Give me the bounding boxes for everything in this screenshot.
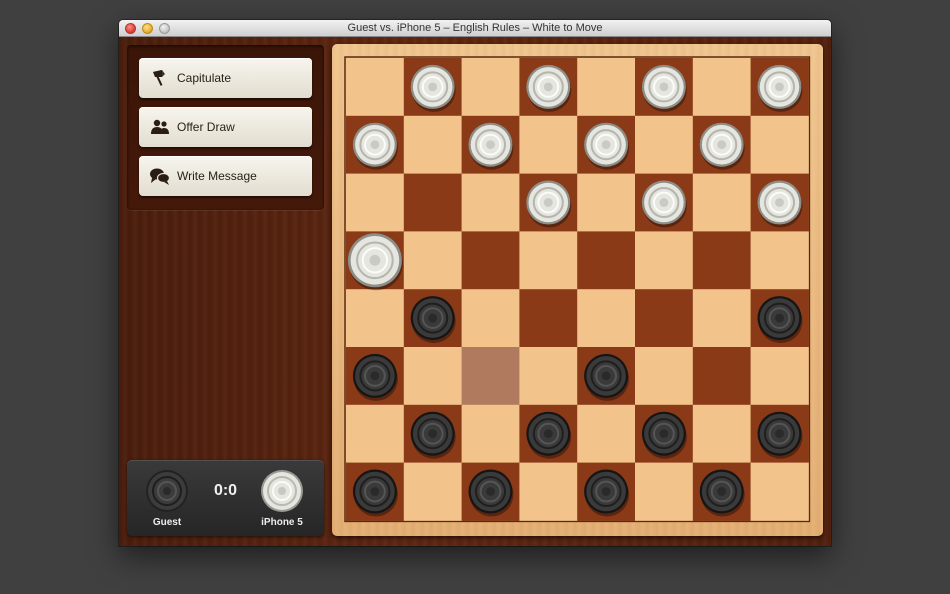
board-square[interactable] (519, 347, 578, 406)
app-window: Guest vs. iPhone 5 – English Rules – Whi… (119, 20, 831, 546)
board-square[interactable] (461, 289, 520, 348)
board-square[interactable] (577, 289, 636, 348)
title-bar[interactable]: Guest vs. iPhone 5 – English Rules – Whi… (119, 20, 831, 37)
board-square[interactable] (461, 404, 520, 463)
iphone-piece-icon (261, 470, 303, 512)
board-square[interactable] (635, 347, 694, 406)
write-message-button[interactable]: Write Message (139, 156, 312, 196)
board-square[interactable] (577, 404, 636, 463)
window-title: Guest vs. iPhone 5 – English Rules – Whi… (347, 22, 603, 34)
board-square[interactable] (519, 231, 578, 290)
handshake-icon (149, 116, 171, 138)
board-square[interactable] (692, 404, 751, 463)
action-panel: Capitulate Offer Draw Write Message (127, 45, 324, 210)
board-square[interactable] (750, 115, 809, 174)
board-square[interactable] (635, 231, 694, 290)
board-square[interactable] (346, 404, 405, 463)
board-square[interactable] (519, 289, 578, 348)
board-square[interactable] (635, 289, 694, 348)
board-square[interactable] (577, 231, 636, 290)
capitulate-label: Capitulate (177, 71, 232, 85)
board-square[interactable] (346, 58, 405, 117)
board-square[interactable] (635, 462, 694, 521)
board-square[interactable] (519, 115, 578, 174)
board-square[interactable] (403, 462, 462, 521)
flag-icon (149, 67, 171, 89)
board-square[interactable] (692, 289, 751, 348)
board-square[interactable] (403, 173, 462, 232)
board-square[interactable] (346, 173, 405, 232)
board-square[interactable] (577, 58, 636, 117)
offer-draw-label: Offer Draw (177, 120, 235, 134)
board-square[interactable] (750, 231, 809, 290)
write-message-label: Write Message (177, 169, 257, 183)
board-square[interactable] (403, 347, 462, 406)
board-square[interactable] (692, 58, 751, 117)
board-square[interactable] (692, 231, 751, 290)
board-square[interactable] (635, 115, 694, 174)
board-square[interactable] (519, 462, 578, 521)
offer-draw-button[interactable]: Offer Draw (139, 107, 312, 147)
board-frame (332, 44, 823, 536)
checkers-board[interactable] (332, 44, 823, 536)
chat-bubbles-icon (149, 165, 171, 187)
highlighted-square[interactable] (461, 347, 520, 406)
board-square[interactable] (692, 173, 751, 232)
board-square[interactable] (403, 231, 462, 290)
board-square[interactable] (461, 231, 520, 290)
board-square[interactable] (461, 173, 520, 232)
iphone-name: iPhone 5 (261, 517, 303, 528)
board-square[interactable] (750, 462, 809, 521)
board-square[interactable] (346, 289, 405, 348)
board-square[interactable] (577, 173, 636, 232)
board-square[interactable] (461, 58, 520, 117)
game-area: Capitulate Offer Draw Write Message 0:0 … (119, 37, 831, 546)
capitulate-button[interactable]: Capitulate (139, 58, 312, 98)
score-panel: 0:0 Guest iPhone 5 (127, 460, 324, 536)
board-square[interactable] (692, 347, 751, 406)
board-square[interactable] (750, 347, 809, 406)
board-square[interactable] (403, 115, 462, 174)
guest-name: Guest (152, 517, 182, 528)
